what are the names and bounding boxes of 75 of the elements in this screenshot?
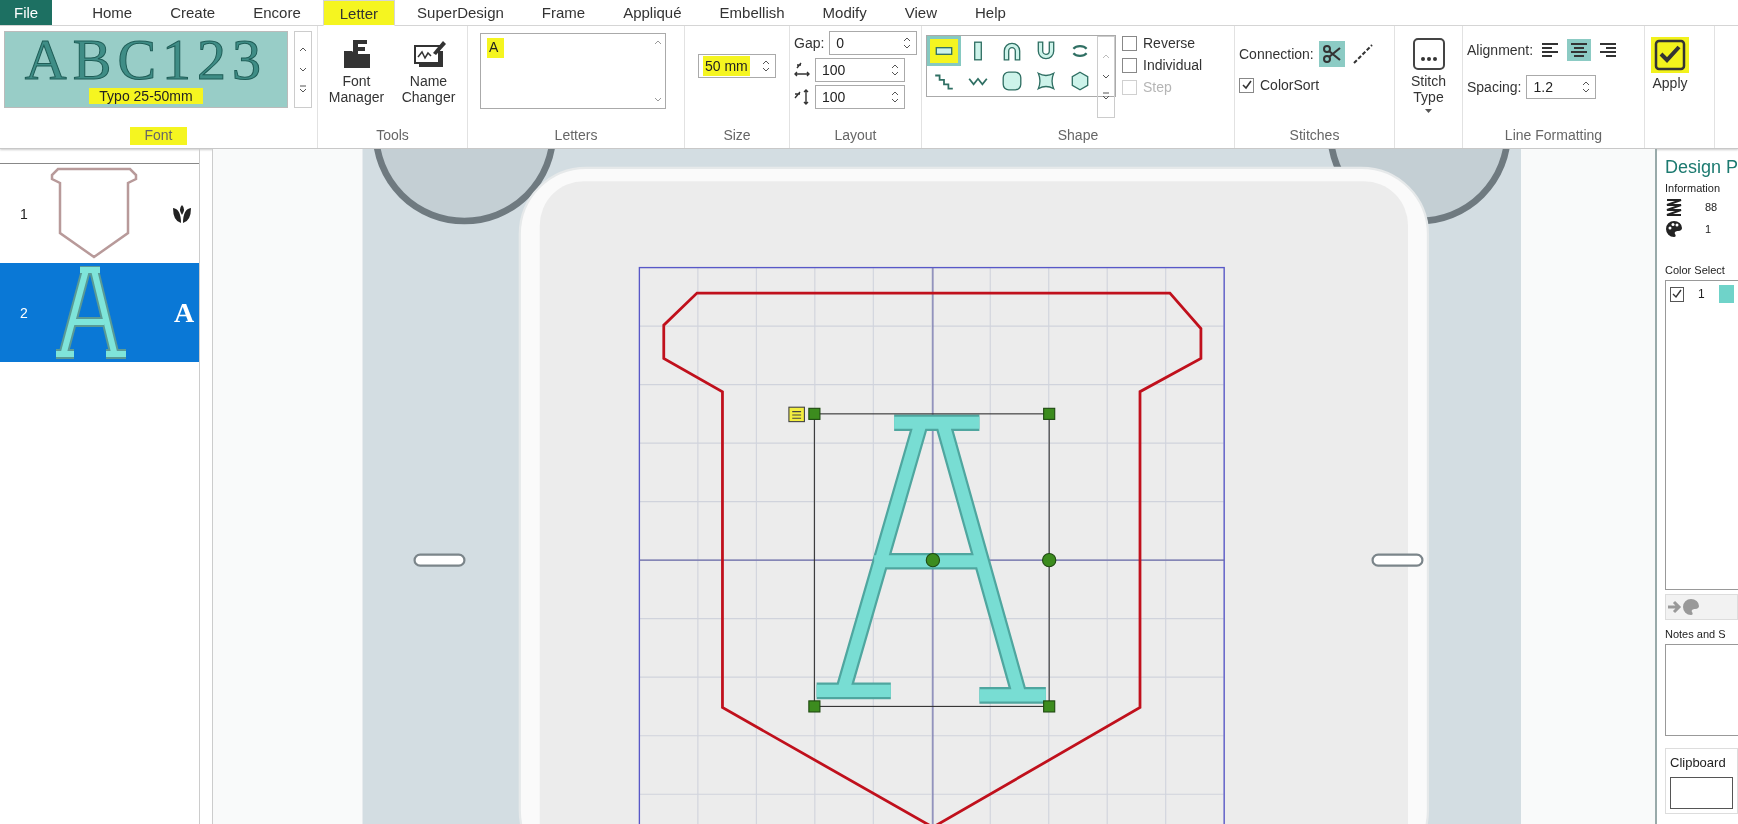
notes-field[interactable] xyxy=(1665,644,1738,736)
spacing-label: Spacing: xyxy=(1467,79,1522,95)
number-field[interactable]: 100 xyxy=(815,85,905,109)
hoop-slot xyxy=(1371,553,1424,567)
panel-title: Design P xyxy=(1665,157,1738,178)
checkmark-icon xyxy=(1240,79,1253,91)
scissors-icon xyxy=(1320,43,1343,65)
height-percent-icon xyxy=(794,89,810,105)
letters-field[interactable]: A xyxy=(480,33,666,109)
group-label: Layout xyxy=(833,127,878,145)
number-field[interactable]: 0 xyxy=(829,31,917,55)
spin-arrows-icon[interactable] xyxy=(890,89,900,105)
spring-icon xyxy=(1665,198,1683,216)
text-object-icon: A xyxy=(174,296,195,329)
align-left-icon xyxy=(1540,41,1561,59)
stitch-type-button[interactable]: Stitch Type xyxy=(1399,31,1458,127)
rounded-shape-icon xyxy=(1001,70,1023,92)
clipboard-field[interactable] xyxy=(1670,777,1733,809)
number-field[interactable]: 100 xyxy=(815,58,905,82)
spin-arrows-icon[interactable] xyxy=(1581,79,1592,95)
spacing-field[interactable]: 1.2 xyxy=(1526,75,1597,99)
section-label: Notes and S xyxy=(1665,628,1727,640)
alignment-label: Alignment: xyxy=(1467,42,1534,58)
color-count: 1 xyxy=(1705,223,1712,235)
dashed-line-icon xyxy=(1351,43,1374,65)
hoop-slot xyxy=(413,553,466,567)
panel-title: Clipboard xyxy=(1670,755,1726,770)
width-percent-icon xyxy=(794,62,810,78)
file-menu-button[interactable]: File xyxy=(0,0,53,25)
dots-icon xyxy=(1411,37,1446,71)
hexagon-shape-icon xyxy=(1069,70,1091,92)
color-checkbox[interactable] xyxy=(1670,286,1684,302)
properties-icon[interactable] xyxy=(788,406,805,423)
align-center-icon xyxy=(1569,41,1590,59)
palette-icon xyxy=(1665,220,1683,238)
colorsort-checkbox[interactable]: ColorSort xyxy=(1239,77,1390,93)
color-number: 1 xyxy=(1698,287,1705,301)
arch-down-shape-icon xyxy=(1035,40,1057,62)
option-checkbox[interactable]: Individual xyxy=(1122,57,1203,73)
group-label: Font xyxy=(130,127,187,145)
spin-arrows-icon[interactable] xyxy=(890,62,900,78)
name-changer-button[interactable]: Name Changer xyxy=(394,31,463,127)
group-label: Stitches xyxy=(1288,127,1341,145)
trim-button[interactable] xyxy=(1318,41,1345,67)
concave-shape-icon xyxy=(1035,70,1057,92)
section-label: Information xyxy=(1665,182,1722,194)
font-preview[interactable]: ABC123 Typo 25-50mm xyxy=(4,31,288,108)
stitch-count: 88 xyxy=(1705,201,1718,213)
selected-letter-drawing[interactable] xyxy=(808,407,1057,713)
checkmark-icon xyxy=(1671,288,1683,300)
spin-arrows-icon[interactable] xyxy=(902,35,912,51)
font-name: Typo 25-50mm xyxy=(89,88,203,104)
group-label: Size xyxy=(722,127,752,145)
object-list-item[interactable]: 2 A xyxy=(0,263,199,362)
text-shape-button[interactable] xyxy=(927,36,961,66)
arrow-palette-icon[interactable] xyxy=(1666,597,1702,617)
connection-label: Connection: xyxy=(1239,46,1314,62)
object-list-item[interactable]: 1 xyxy=(0,163,199,263)
caret-icon xyxy=(1425,109,1432,113)
font-manager-button[interactable]: Font Manager xyxy=(322,31,391,127)
align-right-icon xyxy=(1598,41,1619,59)
section-label: Color Select xyxy=(1665,264,1726,276)
arch-up-shape-icon xyxy=(1001,40,1023,62)
apply-button[interactable]: Apply xyxy=(1649,31,1691,127)
group-label: Line Formatting xyxy=(1503,127,1604,145)
align-center-button[interactable] xyxy=(1567,39,1592,61)
font-sample-text: ABC123 xyxy=(24,32,268,88)
group-label: Tools xyxy=(375,127,410,145)
group-label: Shape xyxy=(1056,127,1100,145)
option-checkbox[interactable]: Reverse xyxy=(1122,35,1203,51)
group-label: Letters xyxy=(553,127,599,145)
ribbon-tab[interactable]: Letter xyxy=(322,0,396,26)
size-field[interactable]: 50 mm xyxy=(698,54,776,78)
gap-label: Gap: xyxy=(794,35,825,51)
spin-arrows-icon[interactable] xyxy=(761,58,771,74)
